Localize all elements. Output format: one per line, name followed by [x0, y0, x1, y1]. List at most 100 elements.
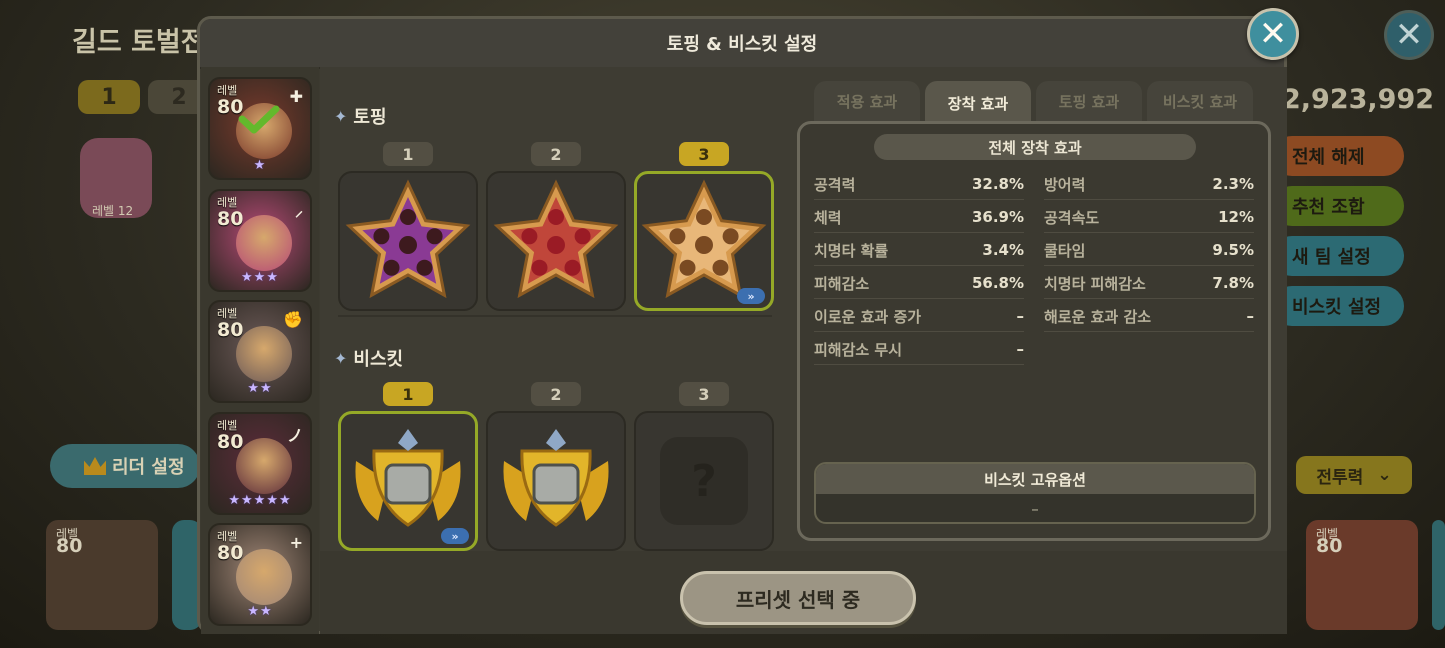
gold-amount: 2,923,992: [1282, 84, 1435, 115]
biscuit-slot-number: 2: [531, 382, 581, 406]
stat-value: 2.3%: [1212, 175, 1254, 193]
double-arrow-icon[interactable]: »: [737, 288, 765, 304]
stat-value: 56.8%: [971, 274, 1024, 292]
dialog-title: 토핑 & 비스킷 설정: [666, 34, 818, 55]
stat-value: 3.4%: [982, 241, 1024, 259]
topping-slot-number: 3: [679, 142, 729, 166]
background-action-button[interactable]: 전체 해제: [1272, 136, 1404, 176]
stat-name: 치명타 피해감소: [1044, 274, 1146, 293]
biscuit-slot[interactable]: ?: [634, 411, 774, 551]
topping-slot[interactable]: [486, 171, 626, 311]
background-action-button[interactable]: 추천 조합: [1272, 186, 1404, 226]
stat-name: 피해감소 무시: [814, 340, 903, 359]
stat-value: 9.5%: [1212, 241, 1254, 259]
stat-row: 이로운 효과 증가 –: [814, 301, 1024, 332]
biscuit-unique-option-box: 비스킷 고유옵션 –: [814, 462, 1256, 524]
sort-dropdown-label: 전투력: [1316, 467, 1364, 488]
cookie-level: 레벨 80: [217, 420, 243, 453]
sparkle-icon: ✦: [334, 106, 348, 126]
tab-2[interactable]: 장착 효과: [925, 81, 1031, 125]
cookie-level: 레벨 80: [217, 197, 243, 230]
cookie-card[interactable]: 레벨 80 ノ ★★★★★: [208, 412, 312, 515]
dialog-header: 토핑 & 비스킷 설정: [200, 19, 1284, 69]
tab-3[interactable]: 토핑 효과: [1036, 81, 1142, 121]
cookie-card[interactable]: 레벨 80 ✊ ★★: [208, 300, 312, 403]
stat-value: –: [1016, 340, 1025, 358]
cookie-level: 레벨 80: [217, 308, 244, 341]
crown-icon: [84, 457, 106, 475]
background-action-button[interactable]: 비스킷 설정: [1272, 286, 1404, 326]
topping-slot[interactable]: [338, 171, 478, 311]
topping-slot-number: 2: [531, 142, 581, 166]
preset-select-button[interactable]: 프리셋 선택 중: [680, 571, 916, 625]
stat-row: 해로운 효과 감소 –: [1044, 301, 1254, 332]
stat-name: 방어력: [1044, 175, 1086, 194]
tab-4[interactable]: 비스킷 효과: [1147, 81, 1253, 121]
cookie-stars: ★★★: [241, 270, 279, 285]
cookie-stars: ★★★★★: [228, 493, 292, 508]
stat-row: 치명타 피해감소 7.8%: [1044, 268, 1254, 299]
stat-name: 치명타 확률: [814, 241, 889, 260]
cookie-level-value: 80: [217, 319, 244, 341]
bottom-cookie-card[interactable]: 레벨 80: [1306, 520, 1418, 630]
stat-row: 공격속도 12%: [1044, 202, 1254, 233]
stat-name: 피해감소: [814, 274, 870, 293]
close-icon[interactable]: ✕: [1247, 8, 1299, 60]
topping-section-label: ✦ 토핑: [334, 106, 387, 129]
background-close-icon[interactable]: ✕: [1384, 10, 1434, 60]
stat-row: 공격력 32.8%: [814, 169, 1024, 200]
cookie-class-icon: ✊: [283, 310, 303, 329]
biscuit-fist-crest-icon: [503, 429, 609, 527]
biscuit-section-label: ✦ 비스킷: [334, 348, 404, 371]
cookie-stars: ★: [253, 158, 267, 173]
background-title: 길드 토벌전: [72, 27, 206, 58]
stat-row: 피해감소 56.8%: [814, 268, 1024, 299]
sort-dropdown[interactable]: 전투력 ⌄: [1296, 456, 1412, 494]
cookie-level: 레벨 80: [217, 531, 243, 564]
cookie-portrait: [236, 438, 292, 494]
biscuit-slot-number: 3: [679, 382, 729, 406]
leader-setting-button[interactable]: 리더 설정: [50, 444, 200, 488]
stat-value: 36.9%: [971, 208, 1024, 226]
bottom-cookie-card[interactable]: 레벨 80: [46, 520, 158, 630]
topping-star-icon: [493, 179, 619, 299]
stat-name: 공격력: [814, 175, 856, 194]
biscuit-slot[interactable]: [486, 411, 626, 551]
cookie-card[interactable]: 레벨 80 ⸝ ★★★: [208, 189, 312, 292]
stat-name: 쿨타임: [1044, 241, 1086, 260]
background-action-button[interactable]: 새 팀 설정: [1272, 236, 1404, 276]
level-badge-text: 레벨 12: [92, 204, 134, 218]
cookie-card[interactable]: 레벨 80 + ★★: [208, 523, 312, 626]
cookie-portrait: [236, 215, 292, 271]
cookie-stars: ★★: [247, 381, 273, 396]
stat-row: 방어력 2.3%: [1044, 169, 1254, 200]
topping-slot[interactable]: »: [634, 171, 774, 311]
topping-slot-number: 1: [383, 142, 433, 166]
stat-value: 12%: [1218, 208, 1254, 226]
stat-row: 체력 36.9%: [814, 202, 1024, 233]
stat-name: 체력: [814, 208, 842, 227]
dialog-footer: 프리셋 선택 중: [320, 551, 1287, 634]
stat-value: 7.8%: [1212, 274, 1254, 292]
sparkle-icon: ✦: [334, 348, 348, 368]
cookie-class-icon: +: [289, 533, 303, 552]
double-arrow-icon[interactable]: »: [441, 528, 469, 544]
biscuit-slot[interactable]: »: [338, 411, 478, 551]
stat-row: 피해감소 무시 –: [814, 334, 1024, 365]
biscuit-fist-crest-icon: [355, 429, 461, 527]
stat-name: 이로운 효과 증가: [814, 307, 922, 326]
cookie-class-icon: ノ: [286, 426, 303, 445]
biscuit-slot-number: 1: [383, 382, 433, 406]
cookie-card[interactable]: 레벨 80 ✚ ★: [208, 77, 312, 180]
tab-1[interactable]: 적용 효과: [814, 81, 920, 121]
unique-option-value: –: [1031, 500, 1039, 518]
section-divider: [338, 315, 772, 317]
cookie-stars: ★★: [247, 604, 273, 619]
bottom-cookie-card[interactable]: [1432, 520, 1445, 630]
page-tab-1[interactable]: 1: [78, 80, 140, 114]
topping-star-icon: [641, 179, 767, 299]
question-mark-icon: ?: [660, 437, 748, 525]
chevron-down-icon: ⌄: [1377, 465, 1392, 485]
cookie-list: 레벨 80 ✚ ★ 레벨 80 ⸝ ★★★ 레벨 80 ✊ ★★ 레벨 80 ノ ★★★★★ 레벨 80 + ★★: [201, 67, 319, 634]
cookie-class-icon: ✚: [289, 87, 303, 106]
